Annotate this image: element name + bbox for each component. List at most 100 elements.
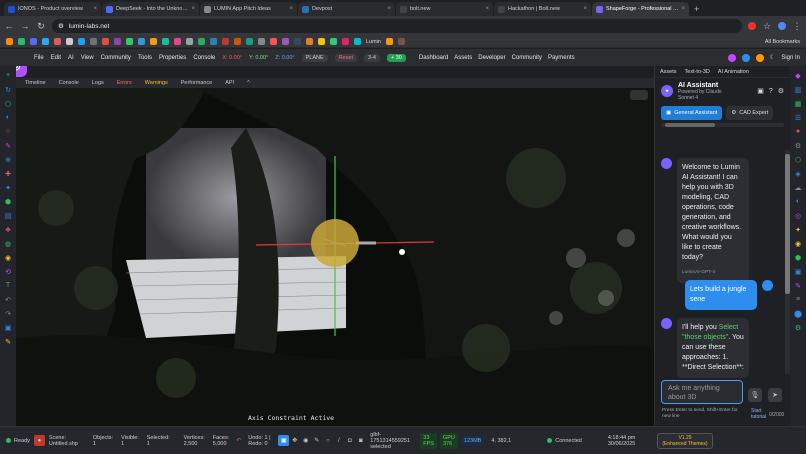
rotate-icon[interactable]: ↻ [3, 84, 14, 95]
bookmark-icon[interactable] [258, 38, 265, 45]
bookmark-icon[interactable] [198, 38, 205, 45]
tab-console[interactable]: Console [59, 80, 79, 86]
forward-icon[interactable]: → [20, 21, 30, 31]
view-tool-icon[interactable]: ◉ [300, 435, 311, 446]
browser-tab[interactable]: bolt.new × [396, 2, 493, 16]
bookmark-icon[interactable] [330, 38, 337, 45]
snap-value[interactable]: 3-4 [364, 53, 380, 62]
3d-viewport[interactable]: Axis Constraint Active [16, 88, 654, 426]
diamond-icon[interactable]: ◈ [793, 168, 804, 179]
hex-icon[interactable]: ⬢ [3, 196, 14, 207]
cad-expert-tab[interactable]: ⚙ CAD Expert [726, 106, 774, 120]
dashboard-link[interactable]: Dashboard [419, 55, 448, 61]
light-icon[interactable]: ◉ [793, 238, 804, 249]
developer-link[interactable]: Developer [478, 55, 505, 61]
cloud-icon[interactable]: ☁ [793, 182, 804, 193]
url-field[interactable]: ⚙ lumin-labs.net [52, 19, 742, 33]
undo-icon[interactable]: ↶ [233, 435, 244, 446]
screenshot-icon[interactable]: ◙ [355, 435, 366, 446]
pen-icon[interactable]: ✎ [793, 280, 804, 291]
target-icon[interactable]: ⊕ [3, 154, 14, 165]
bookmark-icon[interactable] [270, 38, 277, 45]
bookmark-icon[interactable] [397, 38, 405, 45]
ai-icon[interactable]: ◆ [793, 70, 804, 81]
user-icon[interactable] [727, 53, 736, 62]
bookmark-icon[interactable] [90, 38, 97, 45]
bookmark-icon[interactable] [78, 38, 85, 45]
bookmark-icon[interactable] [246, 38, 253, 45]
bookmark-icon[interactable] [54, 38, 61, 45]
tab-api[interactable]: API [225, 80, 234, 86]
settings-icon[interactable]: ⚙ [778, 87, 784, 95]
close-icon[interactable]: × [681, 6, 685, 12]
chat-input[interactable]: Ask me anything about 3D [661, 380, 743, 404]
bookmark-icon[interactable] [6, 38, 13, 45]
target-icon[interactable]: ◎ [793, 210, 804, 221]
menu-community[interactable]: Community [101, 55, 131, 61]
contrast-icon[interactable]: ◐ [793, 196, 804, 207]
browser-tab[interactable]: ShapeForge - Professional 3D T...× [592, 2, 689, 16]
send-button[interactable]: ➤ [768, 388, 782, 402]
node-icon[interactable]: ❖ [3, 224, 14, 235]
bookmark-icon[interactable] [354, 38, 361, 45]
tab-performance[interactable]: Performance [181, 80, 213, 86]
grid-icon[interactable]: ▦ [793, 98, 804, 109]
circle-tool-icon[interactable]: ○ [322, 435, 333, 446]
menu-file[interactable]: File [34, 55, 44, 61]
close-icon[interactable]: × [387, 6, 391, 12]
settings-icon[interactable]: ⚙ [793, 140, 804, 151]
browser-tab[interactable]: LUMIN App Pitch Ideas × [200, 2, 297, 16]
grid-icon[interactable]: ▣ [3, 322, 14, 333]
tab-errors[interactable]: Errors [117, 80, 132, 86]
browser-tab[interactable]: Devpost × [298, 2, 395, 16]
menu-icon[interactable]: ≡ [793, 294, 804, 305]
general-assistant-tab[interactable]: ▣ General Assistant [661, 106, 723, 120]
extension-icon[interactable] [748, 22, 756, 30]
close-icon[interactable]: × [583, 6, 587, 12]
bookmark-icon[interactable] [222, 38, 229, 45]
new-tab-button[interactable]: + [690, 2, 703, 16]
select-tool-icon[interactable]: ▣ [278, 435, 290, 446]
bookmark-icon[interactable] [342, 38, 349, 45]
community-link[interactable]: Community [512, 55, 542, 61]
record-icon[interactable]: ● [793, 126, 804, 137]
site-info-icon[interactable]: ⚙ [58, 22, 64, 30]
reload-icon[interactable]: ↻ [36, 21, 46, 32]
star-icon[interactable]: ☆ [762, 21, 772, 32]
sphere-icon[interactable]: ◍ [3, 238, 14, 249]
add-icon[interactable]: + [3, 70, 14, 81]
circle-icon[interactable]: ○ [3, 126, 14, 137]
bookmark-icon[interactable] [174, 38, 181, 45]
start-tutorial-link[interactable]: Start tutorial [751, 408, 767, 420]
close-icon[interactable]: × [289, 6, 293, 12]
back-icon[interactable]: ← [4, 21, 14, 31]
sparkle-icon[interactable]: ✦ [793, 224, 804, 235]
undo-icon[interactable]: ↶ [3, 294, 14, 305]
version-badge[interactable]: V1.29 (Enhanced Themes) [657, 432, 713, 449]
wrench-icon[interactable]: ✎ [311, 435, 322, 446]
bookmark-icon[interactable] [114, 38, 121, 45]
bookmark-icon[interactable] [126, 38, 133, 45]
redo-icon[interactable]: ↷ [3, 308, 14, 319]
plus-icon[interactable]: ✚ [3, 168, 14, 179]
pen-icon[interactable]: / [333, 435, 344, 446]
console-button[interactable]: Console [193, 55, 215, 61]
menu-view[interactable]: View [81, 55, 94, 61]
bookmark-icon[interactable] [18, 38, 25, 45]
cycle-icon[interactable]: ⟲ [3, 266, 14, 277]
bookmark-icon[interactable] [66, 38, 73, 45]
wrench-icon[interactable]: ✎ [3, 336, 14, 347]
hex-icon[interactable]: ⬢ [793, 252, 804, 263]
tab-warnings[interactable]: Warnings [145, 80, 168, 86]
bookmark-icon[interactable] [150, 38, 157, 45]
layers-icon[interactable]: ▤ [3, 210, 14, 221]
help-icon[interactable]: ? [769, 88, 773, 95]
browser-tab[interactable]: Hackathon | Bolt.new × [494, 2, 591, 16]
bookmark-icon[interactable] [385, 38, 393, 45]
bookmark-icon[interactable] [102, 38, 109, 45]
properties-button[interactable]: Properties [159, 55, 186, 61]
shape-icon[interactable]: ⬡ [793, 154, 804, 165]
menu-icon[interactable]: ⋮ [792, 21, 802, 32]
collapse-icon[interactable]: ^ [247, 80, 250, 86]
bookmark-icon[interactable] [186, 38, 193, 45]
